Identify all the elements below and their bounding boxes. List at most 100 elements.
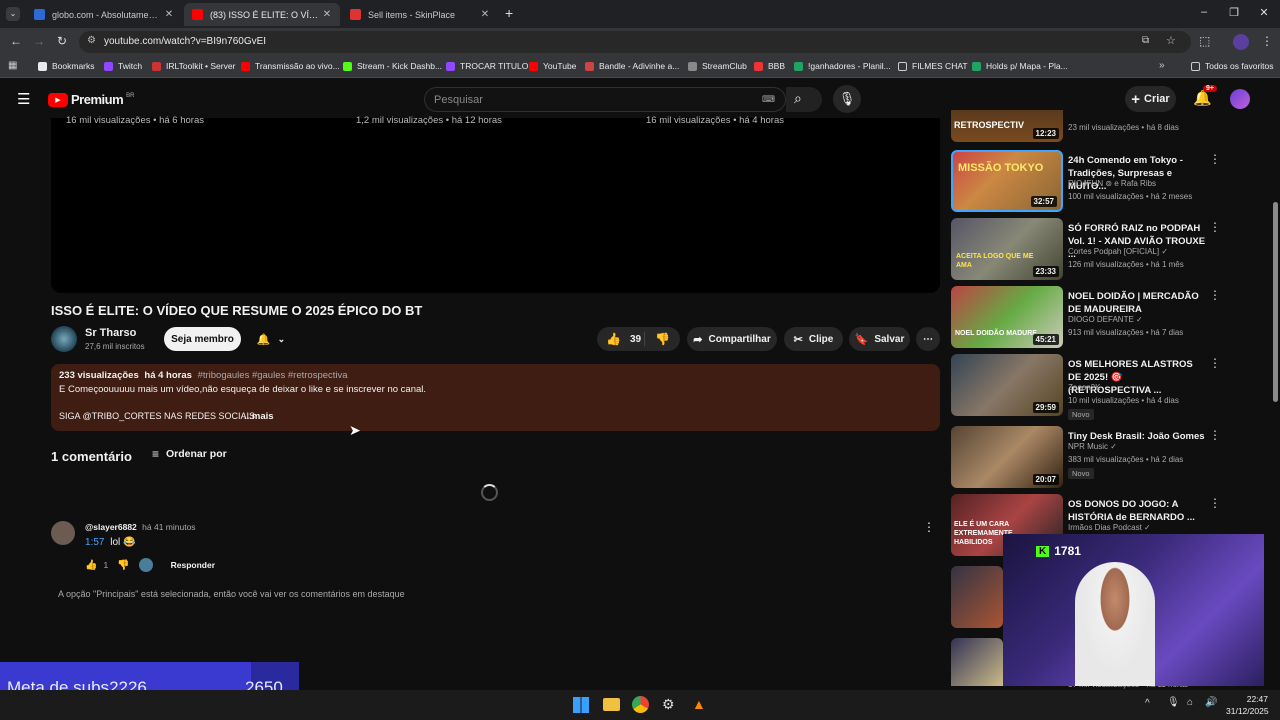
recommended-video[interactable]: 20:07 Tiny Desk Brasil: João Gomes NPR M…	[951, 426, 1251, 492]
more-actions-button[interactable]: ⋯	[916, 327, 940, 351]
back-icon[interactable]: ←	[10, 34, 22, 48]
video-thumbnail[interactable]: NOEL DOIDÃO MADURE 45:21	[951, 286, 1063, 348]
share-button[interactable]: ➦ Compartilhar	[687, 327, 777, 351]
bookmark-item[interactable]: Twitch	[104, 61, 142, 71]
reply-button[interactable]: Responder	[171, 560, 215, 570]
minimize-icon[interactable]: –	[1194, 6, 1214, 18]
extensions-icon[interactable]: ⬚	[1199, 34, 1210, 48]
create-button[interactable]: + Criar	[1125, 86, 1176, 112]
mic-tray-icon[interactable]: 🎙	[1167, 697, 1180, 708]
restore-icon[interactable]: ❐	[1224, 6, 1244, 19]
bookmark-item[interactable]: FILMES CHAT	[898, 61, 968, 71]
tray-chevron-icon[interactable]: ^	[1145, 698, 1150, 709]
video-thumbnail[interactable]: MISSÃO TOKYO 32:57	[951, 150, 1063, 212]
show-more-link[interactable]: ...mais	[244, 411, 274, 422]
account-avatar[interactable]	[1230, 89, 1250, 109]
join-button[interactable]: Seja membro	[164, 327, 241, 351]
more-vertical-icon[interactable]: ⋮	[1209, 496, 1221, 510]
all-favorites[interactable]: Todos os favoritos	[1191, 61, 1274, 71]
close-icon[interactable]: ✕	[478, 9, 492, 20]
more-vertical-icon[interactable]: ⋮	[1209, 288, 1221, 302]
clip-button[interactable]: ✂ Clipe	[784, 327, 843, 351]
apps-icon[interactable]: ▦	[8, 60, 17, 71]
search-button[interactable]: ⌕	[786, 87, 822, 112]
tab-skinplace[interactable]: Sell items - SkinPlace ✕	[342, 3, 498, 26]
subscribed-notifications-button[interactable]: 🔔 ⌄	[247, 327, 295, 351]
recommended-video[interactable]: MISSÃO TOKYO 32:57 24h Comendo em Tokyo …	[951, 150, 1251, 216]
recommended-video[interactable]: 29:59 OS MELHORES ALASTROS DE 2025! 🎯 (R…	[951, 354, 1251, 420]
forward-icon[interactable]: →	[33, 34, 45, 48]
comment-dislike-icon[interactable]: 👎	[117, 560, 129, 571]
search-input[interactable]: Pesquisar ⌨	[424, 87, 786, 112]
bookmark-item[interactable]: IRLToolkit • Server	[152, 61, 235, 71]
bookmark-item[interactable]: Bandle - Adivinhe a...	[585, 61, 679, 71]
omnibox[interactable]: ⚙ youtube.com/watch?v=BI9n760GvEI ⧉ ☆	[79, 31, 1191, 53]
youtube-logo[interactable]: ▶ Premium BR	[48, 92, 134, 107]
bookmark-item[interactable]: Transmissão ao vivo...	[241, 61, 340, 71]
bookmark-item[interactable]: Bookmarks	[38, 61, 95, 71]
tab-youtube-video[interactable]: (83) ISSO É ELITE: O VÍDEO QUE RESUME ✕	[184, 3, 340, 26]
tab-search-icon[interactable]: ⌄	[6, 7, 20, 21]
recommended-video[interactable]: ACEITA LOGO QUE ME AMA 23:33 SÓ FORRÓ RA…	[951, 218, 1251, 284]
chrome-icon[interactable]	[632, 696, 649, 713]
bookmark-item[interactable]: Holds p/ Mapa - Pla...	[972, 61, 1068, 71]
comment-timestamp-link[interactable]: 1:57	[85, 537, 104, 548]
more-bookmarks-icon[interactable]: »	[1159, 60, 1165, 71]
page-scrollbar[interactable]	[1271, 80, 1280, 688]
network-icon[interactable]: ⌂	[1187, 697, 1193, 708]
like-button[interactable]: 👍 39	[597, 332, 645, 346]
video-thumbnail[interactable]: RETROSPECTIV 12:23	[951, 110, 1063, 142]
dislike-button[interactable]: 👎	[645, 332, 670, 346]
bookmark-item[interactable]: !ganhadores - Planil...	[794, 61, 891, 71]
new-tab-icon[interactable]: +	[505, 5, 513, 21]
file-explorer-icon[interactable]	[603, 698, 620, 711]
bookmark-item[interactable]: BBB	[754, 61, 785, 71]
volume-icon[interactable]: 🔊	[1205, 697, 1217, 708]
video-thumbnail[interactable]: 29:59	[951, 354, 1063, 416]
hashtags[interactable]: #tribogaules #gaules #retrospectiva	[198, 370, 348, 381]
bookmark-item[interactable]: Stream - Kick Dashb...	[343, 61, 442, 71]
hamburger-icon[interactable]: ☰	[17, 90, 30, 108]
comment-author[interactable]: @slayer6882	[85, 522, 137, 532]
tab-globo[interactable]: globo.com - Absolutamente tudo ✕	[26, 3, 182, 26]
close-icon[interactable]: ✕	[162, 9, 176, 20]
bookmark-item[interactable]: StreamClub	[688, 61, 747, 71]
url-text[interactable]: youtube.com/watch?v=BI9n760GvEI	[104, 36, 266, 47]
bookmark-item[interactable]: TROCAR TITULO	[446, 61, 528, 71]
more-vertical-icon[interactable]: ⋮	[1209, 220, 1221, 234]
video-thumbnail[interactable]: 20:07	[951, 426, 1063, 488]
windows-start-icon[interactable]	[573, 697, 589, 713]
scrollbar-thumb[interactable]	[1273, 202, 1278, 402]
sort-button[interactable]: ≡ Ordenar por	[152, 447, 227, 461]
install-icon[interactable]: ⧉	[1142, 35, 1149, 46]
more-vertical-icon[interactable]: ⋮	[1209, 356, 1221, 370]
recommended-video[interactable]: RETROSPECTIV 12:23 23 mil visualizações …	[951, 110, 1251, 144]
video-thumbnail[interactable]: ACEITA LOGO QUE ME AMA 23:33	[951, 218, 1063, 280]
video-thumbnail[interactable]	[951, 638, 1003, 686]
close-icon[interactable]: ✕	[320, 9, 334, 20]
commenter-avatar[interactable]	[51, 521, 75, 545]
bookmark-item[interactable]: YouTube	[529, 61, 576, 71]
save-button[interactable]: 🔖 Salvar	[849, 327, 910, 351]
menu-icon[interactable]: ⋮	[1261, 34, 1273, 48]
description-box[interactable]: 233 visualizações há 4 horas #tribogaule…	[51, 364, 940, 431]
channel-avatar[interactable]	[51, 326, 77, 352]
video-player[interactable]: 16 mil visualizações • há 6 horas 1,2 mi…	[51, 115, 940, 293]
notifications-button[interactable]: 🔔 9+	[1193, 85, 1217, 107]
video-thumbnail[interactable]	[951, 566, 1003, 628]
more-vertical-icon[interactable]: ⋮	[1209, 428, 1221, 442]
recommended-video[interactable]: NOEL DOIDÃO MADURE 45:21 NOEL DOIDÃO | M…	[951, 286, 1251, 352]
site-info-icon[interactable]: ⚙	[87, 35, 96, 46]
clock[interactable]: 22:47 31/12/2025	[1226, 693, 1269, 717]
keyboard-icon[interactable]: ⌨	[762, 94, 775, 105]
profile-avatar[interactable]	[1233, 34, 1249, 50]
star-icon[interactable]: ☆	[1166, 34, 1176, 47]
reload-icon[interactable]: ↻	[57, 34, 67, 48]
voice-search-button[interactable]: 🎙	[833, 85, 861, 113]
app-icon[interactable]: ⚙	[662, 696, 675, 713]
comment-menu-icon[interactable]: ⋮	[923, 520, 935, 534]
vlc-icon[interactable]: ▲	[692, 696, 706, 712]
close-window-icon[interactable]: ✕	[1254, 6, 1274, 19]
channel-name[interactable]: Sr Tharso	[85, 327, 136, 339]
more-vertical-icon[interactable]: ⋮	[1209, 152, 1221, 166]
